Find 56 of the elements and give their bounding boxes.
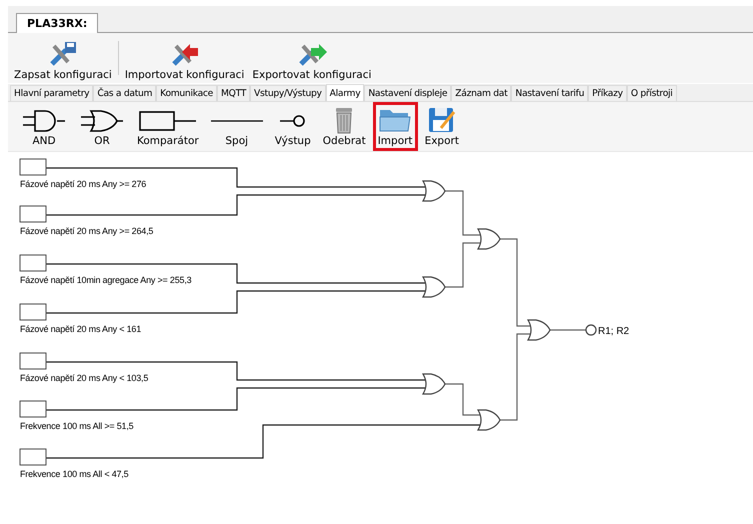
- tool-button[interactable]: Výstup: [270, 102, 316, 151]
- tool-button[interactable]: Export: [420, 102, 464, 151]
- and-gate-icon: [21, 108, 67, 134]
- tool-button[interactable]: Import: [372, 102, 418, 151]
- tab[interactable]: Čas a datum: [93, 85, 156, 101]
- or-gate[interactable]: [477, 409, 501, 431]
- condition-label: Fázové napětí 10min agregace Any >= 255,3: [20, 275, 192, 285]
- tab[interactable]: Nastavení displeje: [364, 85, 452, 101]
- or-gate[interactable]: [477, 228, 501, 250]
- config-button[interactable]: Importovat konfiguraci: [122, 35, 246, 81]
- or-gate[interactable]: [527, 319, 551, 341]
- tab[interactable]: Příkazy: [588, 85, 627, 101]
- tab[interactable]: Nastavení tarifu: [511, 85, 588, 101]
- tab[interactable]: O přístroji: [626, 85, 677, 101]
- tool-button[interactable]: Odebrat: [318, 102, 371, 151]
- input-block[interactable]: [20, 254, 46, 272]
- trash-can-icon: [334, 106, 354, 134]
- config-button[interactable]: Exportovat konfiguraci: [250, 35, 374, 81]
- tool-button[interactable]: Spoj: [206, 102, 268, 151]
- tab[interactable]: Záznam dat: [451, 85, 512, 101]
- input-block[interactable]: [20, 304, 46, 320]
- tool-button[interactable]: Komparátor: [132, 102, 204, 151]
- wire: [445, 383, 480, 416]
- output-node[interactable]: [585, 324, 597, 336]
- tab[interactable]: Alarmy: [326, 84, 364, 101]
- condition-label: Frekvence 100 ms All >= 51,5: [20, 421, 134, 431]
- wire: [445, 190, 480, 236]
- comparator-icon: [138, 108, 198, 134]
- floppy-disk-pencil-icon: [426, 106, 457, 134]
- input-block[interactable]: [20, 352, 46, 370]
- tool-button[interactable]: AND: [16, 102, 72, 151]
- or-gate[interactable]: [422, 276, 446, 298]
- tab[interactable]: Hlavní parametry: [10, 85, 94, 101]
- condition-label: Fázové napětí 20 ms Any < 161: [20, 324, 142, 334]
- wire: [445, 242, 480, 288]
- tool-button[interactable]: OR: [74, 102, 130, 151]
- line-icon: [210, 120, 263, 122]
- tools-save-icon: [48, 40, 78, 68]
- or-gate-icon: [79, 108, 125, 134]
- output-label: R1; R2: [598, 326, 630, 337]
- input-block[interactable]: [20, 448, 46, 466]
- condition-label: Fázové napětí 20 ms Any >= 264,5: [20, 226, 154, 236]
- input-block[interactable]: [20, 206, 46, 222]
- wire: [550, 329, 586, 331]
- document-tab[interactable]: PLA33RX:: [16, 13, 98, 33]
- condition-label: Frekvence 100 ms All < 47,5: [20, 469, 128, 479]
- input-block[interactable]: [20, 158, 46, 176]
- condition-label: Fázové napětí 20 ms Any >= 276: [20, 179, 146, 189]
- tab[interactable]: Vstupy/Výstupy: [250, 85, 326, 101]
- tab[interactable]: MQTT: [217, 85, 250, 101]
- tab[interactable]: Komunikace: [156, 85, 218, 101]
- condition-label: Fázové napětí 20 ms Any < 103,5: [20, 373, 148, 383]
- or-gate[interactable]: [422, 373, 446, 395]
- input-block[interactable]: [20, 400, 46, 418]
- config-button[interactable]: Zapsat konfiguraci: [12, 35, 114, 81]
- or-gate[interactable]: [422, 180, 446, 202]
